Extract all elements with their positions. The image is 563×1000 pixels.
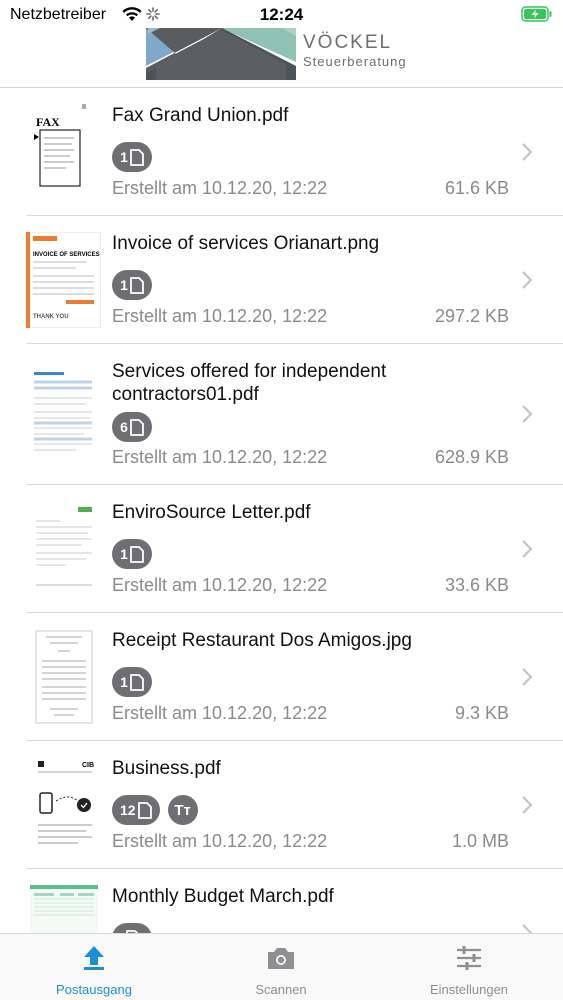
created-date: Erstellt am 10.12.20, 12:22: [112, 306, 328, 326]
page-count: 1: [120, 149, 128, 165]
file-size: 628.9 KB: [434, 447, 509, 467]
created-date: Erstellt am 10.12.20, 12:22: [112, 831, 328, 851]
tab-scannen[interactable]: Scannen: [187, 934, 375, 1000]
page-count: 1: [120, 674, 128, 690]
document-meta: Erstellt am 10.12.20, 12:22 9.3 KB: [112, 703, 509, 724]
document-meta: Erstellt am 10.12.20, 12:22 61.6 KB: [112, 178, 509, 199]
page-count-badge: 1: [112, 539, 152, 569]
chevron-right-icon: [522, 924, 533, 933]
chevron-right-icon: [522, 271, 533, 289]
badge-group: 1: [112, 142, 152, 172]
sliders-icon: [457, 946, 481, 970]
created-date: Erstellt am 10.12.20, 12:22: [112, 703, 328, 723]
page-icon: [129, 276, 144, 294]
document-thumbnail: [26, 629, 101, 725]
page-count-badge: 6: [112, 412, 152, 442]
file-size: 33.6 KB: [444, 575, 509, 595]
tab-label: Einstellungen: [429, 982, 509, 997]
page-icon: [129, 418, 144, 436]
document-title: Business.pdf: [112, 758, 221, 779]
document-thumbnail: INVOICE OF SERVICES THANK YOU: [26, 232, 101, 328]
chevron-right-icon: [522, 540, 533, 558]
chevron-right-icon: [522, 668, 533, 686]
ocr-text-icon: Tт: [174, 801, 191, 819]
created-date: Erstellt am 10.12.20, 12:22: [112, 178, 328, 198]
badge-group: 12 Tт: [112, 795, 198, 825]
document-row[interactable]: EnviroSource Letter.pdf 1 Erstellt am 10…: [26, 485, 563, 613]
document-title: EnviroSource Letter.pdf: [112, 502, 311, 523]
chevron-right-icon: [522, 143, 533, 161]
created-date: Erstellt am 10.12.20, 12:22: [112, 447, 328, 467]
document-row[interactable]: Receipt Restaurant Dos Amigos.jpg 1 Erst…: [26, 613, 563, 741]
battery-charging-icon: [521, 6, 552, 22]
file-size: 9.3 KB: [454, 703, 509, 723]
document-meta: Erstellt am 10.12.20, 12:22 33.6 KB: [112, 575, 509, 596]
document-row[interactable]: CIB Business.pdf 12 Tт Erstellt am 10.12…: [26, 741, 563, 869]
status-bar: Netzbetreiber 12:24: [0, 0, 563, 30]
document-title: Services offered for independent contrac…: [112, 361, 387, 405]
document-meta: Erstellt am 10.12.20, 12:22 297.2 KB: [112, 306, 509, 327]
svg-text:THANK YOU: THANK YOU: [33, 314, 69, 320]
badge-group: 1: [112, 270, 152, 300]
page-count: 6: [120, 419, 128, 435]
upload-icon: [84, 946, 104, 970]
document-row[interactable]: INVOICE OF SERVICES THANK YOU Invoice of…: [26, 216, 563, 344]
document-thumbnail: CIB: [26, 757, 101, 853]
document-meta: Erstellt am 10.12.20, 12:22 628.9 KB: [112, 447, 509, 468]
document-title: Monthly Budget March.pdf: [112, 886, 334, 907]
document-title: Invoice of services Orianart.png: [112, 233, 380, 254]
file-size: 61.6 KB: [444, 178, 509, 198]
tab-einstellungen[interactable]: Einstellungen: [375, 934, 563, 1000]
svg-text:FAX: FAX: [36, 115, 60, 129]
page-count: 1: [120, 546, 128, 562]
logo-subtitle: Steuerberatung: [303, 54, 407, 69]
document-thumbnail: [26, 366, 101, 462]
badge-group: 1: [112, 667, 152, 697]
tab-label: Postausgang: [56, 982, 132, 997]
app-header: VÖCKEL Steuerberatung: [0, 28, 563, 88]
file-size: 1.0 MB: [451, 831, 509, 851]
badge-group: 1: [112, 539, 152, 569]
document-row[interactable]: Monthly Budget March.pdf: [26, 869, 563, 933]
tab-bar: Postausgang Scannen Einstellungen: [0, 933, 563, 1000]
tab-label: Scannen: [255, 982, 307, 997]
page-icon: [137, 801, 152, 819]
badge-group: [112, 923, 152, 933]
page-icon: [129, 148, 144, 166]
page-icon: [129, 545, 144, 563]
document-title: Fax Grand Union.pdf: [112, 105, 289, 126]
voeckel-logo-icon: [146, 28, 296, 80]
badge-group: 6: [112, 412, 152, 442]
tab-postausgang[interactable]: Postausgang: [0, 934, 188, 1000]
page-icon: [129, 673, 144, 691]
chevron-right-icon: [522, 405, 533, 423]
page-count-badge: 1: [112, 270, 152, 300]
svg-text:INVOICE OF SERVICES: INVOICE OF SERVICES: [33, 252, 100, 258]
page-count: 12: [120, 802, 136, 818]
page-count: 1: [120, 277, 128, 293]
document-row[interactable]: FAX Fax Grand Union.pdf 1 Erstellt am 10…: [26, 88, 563, 216]
document-row[interactable]: Services offered for independent contrac…: [26, 344, 563, 485]
camera-icon: [268, 948, 294, 969]
page-count-badge: [112, 923, 152, 933]
document-thumbnail: [26, 885, 101, 933]
created-date: Erstellt am 10.12.20, 12:22: [112, 575, 328, 595]
document-thumbnail: [26, 501, 101, 597]
ocr-text-badge: Tт: [167, 795, 198, 825]
clock: 12:24: [259, 5, 304, 24]
document-title: Receipt Restaurant Dos Amigos.jpg: [112, 630, 412, 651]
logo-name: VÖCKEL: [303, 32, 393, 53]
chevron-right-icon: [522, 796, 533, 814]
page-count-badge: 1: [112, 667, 152, 697]
page-count-badge: 12: [112, 795, 160, 825]
document-thumbnail: FAX: [26, 104, 101, 200]
document-meta: Erstellt am 10.12.20, 12:22 1.0 MB: [112, 831, 509, 852]
file-size: 297.2 KB: [434, 306, 509, 326]
page-count-badge: 1: [112, 142, 152, 172]
svg-text:CIB: CIB: [82, 762, 94, 769]
document-list: FAX Fax Grand Union.pdf 1 Erstellt am 10…: [0, 88, 563, 933]
